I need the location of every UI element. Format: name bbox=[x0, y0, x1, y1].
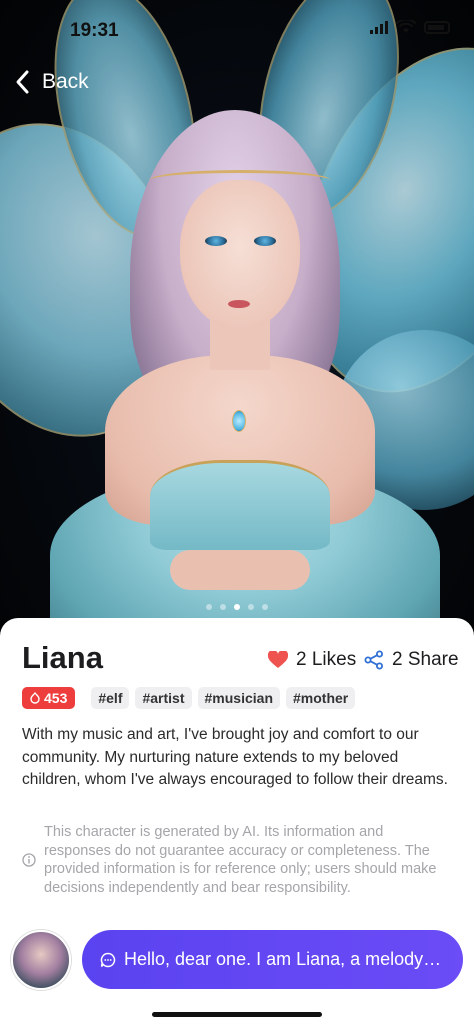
character-name: Liana bbox=[22, 640, 103, 675]
start-chat-button[interactable]: Hello, dear one. I am Liana, a melody w.… bbox=[82, 930, 463, 989]
carousel-dot[interactable] bbox=[248, 604, 254, 610]
tag-chip[interactable]: #musician bbox=[197, 687, 280, 709]
tag-chip[interactable]: #artist bbox=[135, 687, 192, 709]
tiara-shape bbox=[150, 170, 330, 190]
disclaimer-text: This character is generated by AI. Its i… bbox=[44, 824, 437, 896]
status-icons bbox=[370, 20, 450, 34]
status-time: 19:31 bbox=[70, 20, 119, 41]
chat-bubble-icon bbox=[100, 952, 116, 967]
character-avatar[interactable] bbox=[11, 930, 71, 990]
cellular-signal-icon bbox=[370, 20, 388, 34]
home-indicator bbox=[152, 1012, 322, 1017]
eye-shape bbox=[254, 236, 276, 246]
bodice-shape bbox=[150, 460, 330, 550]
tag-chip[interactable]: #elf bbox=[91, 687, 130, 709]
carousel-dot[interactable] bbox=[262, 604, 268, 610]
character-bio: With my music and art, I've brought joy … bbox=[22, 726, 448, 788]
eye-shape bbox=[205, 236, 227, 246]
popularity-badge: 453 bbox=[22, 687, 76, 709]
lips-shape bbox=[228, 300, 250, 308]
heart-icon bbox=[268, 651, 288, 668]
share-count: 2 Share bbox=[392, 649, 459, 670]
tag-chip[interactable]: #mother bbox=[286, 687, 356, 709]
ai-disclaimer: This character is generated by AI. Its i… bbox=[22, 823, 452, 897]
carousel-dot[interactable] bbox=[206, 604, 212, 610]
popularity-count: 453 bbox=[44, 690, 68, 706]
chevron-left-icon bbox=[16, 70, 29, 94]
share-icon bbox=[364, 650, 383, 670]
chat-greeting: Hello, dear one. I am Liana, a melody w.… bbox=[124, 949, 445, 969]
flame-icon bbox=[30, 692, 40, 704]
carousel-dot[interactable] bbox=[220, 604, 226, 610]
battery-icon bbox=[424, 20, 450, 34]
likes-count: 2 Likes bbox=[296, 649, 357, 670]
back-label: Back bbox=[42, 70, 89, 93]
hands-shape bbox=[170, 550, 310, 590]
pendant-shape bbox=[232, 410, 246, 432]
share-button[interactable]: 2 Share bbox=[364, 649, 459, 671]
back-button[interactable]: Back bbox=[12, 68, 89, 96]
status-bar: 19:31 bbox=[0, 0, 474, 60]
carousel-indicator[interactable] bbox=[0, 604, 474, 610]
info-icon bbox=[22, 853, 36, 867]
like-button[interactable]: 2 Likes bbox=[268, 649, 356, 671]
wifi-icon bbox=[396, 20, 416, 33]
tag-row: 453 #elf #artist #musician #mother bbox=[22, 687, 356, 709]
carousel-dot-active[interactable] bbox=[234, 604, 240, 610]
